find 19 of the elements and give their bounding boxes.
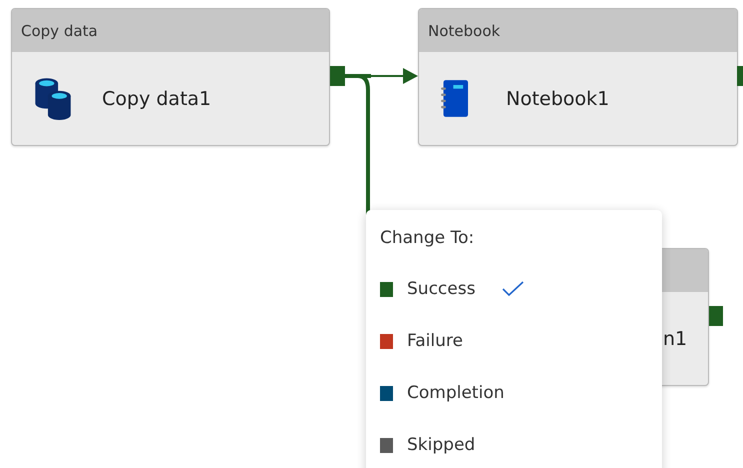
database-icon [34,77,72,120]
activity-type: Notebook [428,22,500,40]
output-port[interactable] [330,66,345,86]
output-port[interactable] [737,66,743,86]
activity-node[interactable]: Copy data Copy data1 [11,8,330,146]
menu-option[interactable]: Failure [380,326,640,356]
menu-option[interactable]: Completion [380,378,640,408]
notebook-icon [441,80,468,117]
output-port[interactable] [709,306,723,326]
activity-type: Copy data [21,22,98,40]
activity-name: Notebook1 [506,88,610,110]
activity-name: Copy data1 [102,88,212,110]
arrow-connector [371,68,418,84]
menu-title: Change To: [380,227,476,250]
menu-option[interactable]: Skipped [380,430,640,460]
activity-name: n1 [663,328,688,350]
activity-node[interactable]: Notebook Notebook1 [418,8,738,146]
checkmark-icon [502,281,524,297]
menu-option[interactable]: Success [380,274,640,304]
